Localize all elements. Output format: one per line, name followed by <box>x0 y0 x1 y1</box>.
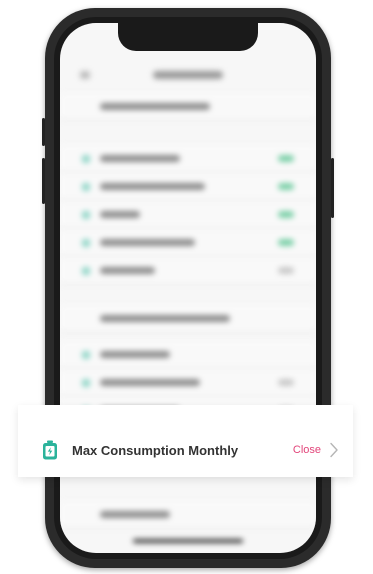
setting-label: Max Consumption Monthly <box>72 442 239 458</box>
phone-frame <box>42 8 334 568</box>
back-icon <box>80 71 90 79</box>
max-consumption-monthly-row[interactable]: Max Consumption Monthly Close <box>42 439 339 461</box>
side-button <box>331 158 334 218</box>
list-item <box>60 369 316 396</box>
chevron-right-icon <box>330 442 338 458</box>
list-item <box>60 229 316 256</box>
side-button <box>42 118 45 146</box>
list-item <box>60 173 316 200</box>
home-indicator <box>133 539 243 543</box>
side-button <box>42 158 45 204</box>
page-title-placeholder <box>153 71 223 79</box>
list-item <box>60 201 316 228</box>
list-item <box>60 93 316 120</box>
phone-bezel <box>54 17 322 559</box>
list-item <box>60 501 316 528</box>
list-item <box>60 305 316 332</box>
setting-value: Close <box>292 444 321 456</box>
list-item <box>60 145 316 172</box>
phone-notch <box>118 23 258 51</box>
setting-row-callout: Max Consumption Monthly Close <box>18 405 353 477</box>
battery-icon <box>43 440 57 460</box>
list-item <box>60 257 316 284</box>
list-item <box>60 341 316 368</box>
